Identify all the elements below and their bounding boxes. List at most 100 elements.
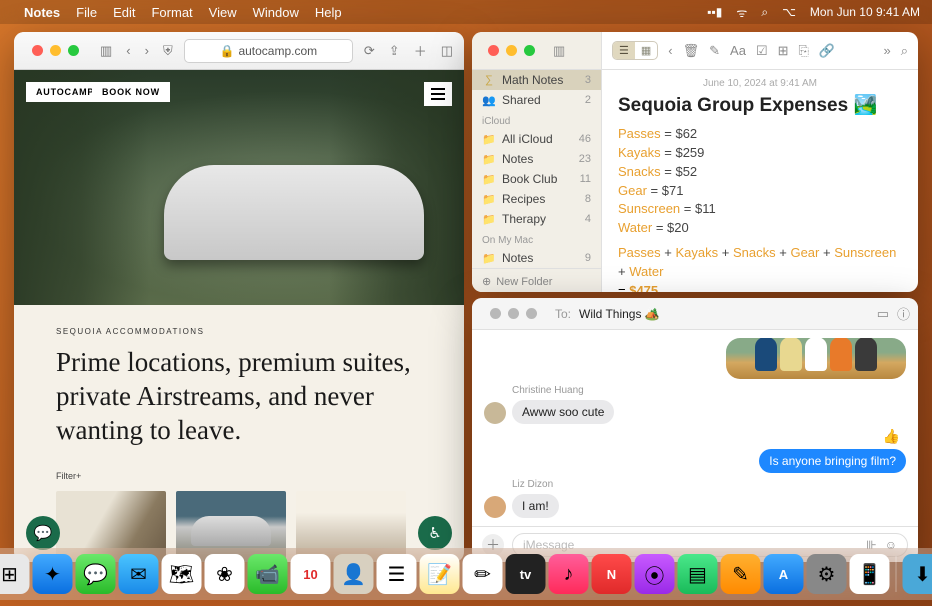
dock-reminders[interactable]: ☰ bbox=[377, 554, 417, 594]
dock-facetime[interactable]: 📹 bbox=[248, 554, 288, 594]
dock-appstore[interactable]: A bbox=[764, 554, 804, 594]
sidebar-item[interactable]: 📁Notes9 bbox=[472, 248, 601, 268]
view-mode-toggle[interactable]: ☰▦ bbox=[612, 41, 658, 60]
sidebar-item[interactable]: 📁Book Club11 bbox=[472, 169, 601, 189]
control-center-icon[interactable]: ⌥ bbox=[782, 5, 796, 19]
section-eyebrow: SEQUOIA ACCOMMODATIONS bbox=[56, 327, 422, 336]
battery-icon[interactable]: ▪▪▮ bbox=[707, 5, 722, 19]
notes-sidebar: ∑Math Notes3👥Shared2iCloud📁All iCloud46📁… bbox=[472, 70, 602, 292]
safari-toolbar: ▥ ‹ › ⛨ 🔒autocamp.com ⟳ ⇪ ＋ ◫ bbox=[14, 32, 464, 70]
sidebar-item[interactable]: 📁Recipes8 bbox=[472, 189, 601, 209]
dock-settings[interactable]: ⚙ bbox=[807, 554, 847, 594]
share-button[interactable]: ⇪ bbox=[386, 43, 403, 59]
clock[interactable]: Mon Jun 10 9:41 AM bbox=[810, 5, 920, 19]
dock-pages[interactable]: ✎ bbox=[721, 554, 761, 594]
dock-separator bbox=[896, 556, 897, 592]
dock-news[interactable]: N bbox=[592, 554, 632, 594]
messages-window: To: Wild Things 🏕️ ▭ ⓘ Christine Huang A… bbox=[472, 298, 918, 562]
dock-messages[interactable]: 💬 bbox=[76, 554, 116, 594]
forward-button[interactable]: › bbox=[142, 43, 152, 58]
format-icon[interactable]: Aa bbox=[730, 43, 746, 58]
menu-edit[interactable]: Edit bbox=[113, 5, 135, 20]
table-icon[interactable]: ⊞ bbox=[778, 43, 789, 59]
sidebar-item[interactable]: 📁All iCloud46 bbox=[472, 129, 601, 149]
accessibility-fab[interactable]: ♿︎ bbox=[418, 516, 452, 550]
dock-calendar[interactable]: 10 bbox=[291, 554, 331, 594]
sidebar-item[interactable]: ∑Math Notes3 bbox=[472, 70, 601, 90]
back-icon[interactable]: ‹ bbox=[668, 43, 672, 58]
dock-freeform[interactable]: ✏ bbox=[463, 554, 503, 594]
dock-photos[interactable]: ❀ bbox=[205, 554, 245, 594]
sidebar-item[interactable]: 👥Shared2 bbox=[472, 90, 601, 110]
dock-notes[interactable]: 📝 bbox=[420, 554, 460, 594]
chat-fab[interactable]: 💬 bbox=[26, 516, 60, 550]
book-now-button[interactable]: BOOK NOW bbox=[92, 82, 170, 102]
airstream-trailer bbox=[164, 165, 424, 260]
dock-numbers[interactable]: ▤ bbox=[678, 554, 718, 594]
dock-music[interactable]: ♪ bbox=[549, 554, 589, 594]
photo-message[interactable] bbox=[726, 338, 906, 379]
message-row: Awww soo cute bbox=[484, 400, 906, 424]
dock-mail[interactable]: ✉ bbox=[119, 554, 159, 594]
search-icon[interactable]: ⌕ bbox=[901, 43, 908, 59]
note-line: Water = $20 bbox=[618, 219, 902, 238]
filter-button[interactable]: Filter+ bbox=[56, 471, 422, 481]
note-line: Sunscreen = $11 bbox=[618, 200, 902, 219]
sidebar-toggle-icon[interactable]: ▥ bbox=[97, 43, 115, 59]
dock-tv[interactable]: tv bbox=[506, 554, 546, 594]
conversation-name[interactable]: Wild Things 🏕️ bbox=[579, 307, 660, 321]
spotlight-icon[interactable]: ⌕ bbox=[761, 5, 768, 20]
menu-view[interactable]: View bbox=[209, 5, 237, 20]
grid-view-icon[interactable]: ▦ bbox=[635, 42, 657, 59]
info-icon[interactable]: ⓘ bbox=[897, 304, 910, 323]
new-folder-button[interactable]: ⊕New Folder bbox=[472, 268, 601, 292]
traffic-lights[interactable] bbox=[480, 308, 547, 319]
menu-help[interactable]: Help bbox=[315, 5, 342, 20]
trash-icon[interactable]: 🗑 bbox=[683, 43, 700, 59]
message-bubble[interactable]: Awww soo cute bbox=[512, 400, 614, 424]
dock-safari[interactable]: ✦ bbox=[33, 554, 73, 594]
shield-icon[interactable]: ⛨ bbox=[160, 43, 176, 59]
reload-button[interactable]: ⟳ bbox=[361, 43, 378, 59]
sidebar-toggle-icon[interactable]: ▥ bbox=[553, 43, 565, 59]
wifi-icon[interactable]: ᯤ bbox=[736, 4, 747, 21]
avatar[interactable] bbox=[484, 402, 506, 424]
dock-launchpad[interactable]: ⊞ bbox=[0, 554, 30, 594]
traffic-lights[interactable] bbox=[22, 45, 89, 56]
message-bubble[interactable]: I am! bbox=[512, 494, 559, 518]
facetime-icon[interactable]: ▭ bbox=[877, 306, 889, 322]
dock-downloads[interactable]: ⬇ bbox=[903, 554, 932, 594]
dock-podcasts[interactable]: ⦿ bbox=[635, 554, 675, 594]
media-icon[interactable]: ⎘ bbox=[799, 43, 809, 59]
dock-contacts[interactable]: 👤 bbox=[334, 554, 374, 594]
more-icon[interactable]: » bbox=[883, 43, 890, 58]
traffic-lights[interactable] bbox=[478, 45, 545, 56]
hero-image: AUTOCAMP BOOK NOW bbox=[14, 70, 464, 305]
app-menu[interactable]: Notes bbox=[24, 5, 60, 20]
tabs-button[interactable]: ◫ bbox=[438, 43, 456, 59]
note-line: Kayaks = $259 bbox=[618, 144, 902, 163]
link-icon[interactable]: 🔗 bbox=[819, 43, 835, 59]
compose-icon[interactable]: ✎ bbox=[709, 43, 720, 59]
hamburger-menu[interactable] bbox=[424, 82, 452, 106]
tapback-reaction[interactable]: 👍 bbox=[883, 428, 900, 445]
new-tab-button[interactable]: ＋ bbox=[411, 41, 430, 60]
sidebar-item[interactable]: 📁Therapy4 bbox=[472, 209, 601, 229]
address-bar[interactable]: 🔒autocamp.com bbox=[184, 39, 353, 63]
note-editor[interactable]: June 10, 2024 at 9:41 AM Sequoia Group E… bbox=[602, 70, 918, 292]
sidebar-item[interactable]: 📁Notes23 bbox=[472, 149, 601, 169]
list-view-icon[interactable]: ☰ bbox=[613, 42, 635, 59]
menu-window[interactable]: Window bbox=[253, 5, 299, 20]
menu-file[interactable]: File bbox=[76, 5, 97, 20]
message-thread[interactable]: Christine Huang Awww soo cute 👍 Is anyon… bbox=[472, 330, 918, 526]
checklist-icon[interactable]: ☑ bbox=[756, 43, 768, 59]
safari-window: ▥ ‹ › ⛨ 🔒autocamp.com ⟳ ⇪ ＋ ◫ AUTOCAMP B… bbox=[14, 32, 464, 562]
menu-format[interactable]: Format bbox=[151, 5, 192, 20]
avatar[interactable] bbox=[484, 496, 506, 518]
back-button[interactable]: ‹ bbox=[123, 43, 133, 58]
dock-maps[interactable]: 🗺 bbox=[162, 554, 202, 594]
note-title: Sequoia Group Expenses 🏞️ bbox=[618, 93, 902, 117]
message-bubble-sent[interactable]: Is anyone bringing film? bbox=[759, 449, 906, 473]
dock-iphone[interactable]: 📱 bbox=[850, 554, 890, 594]
messages-header: To: Wild Things 🏕️ ▭ ⓘ bbox=[472, 298, 918, 330]
